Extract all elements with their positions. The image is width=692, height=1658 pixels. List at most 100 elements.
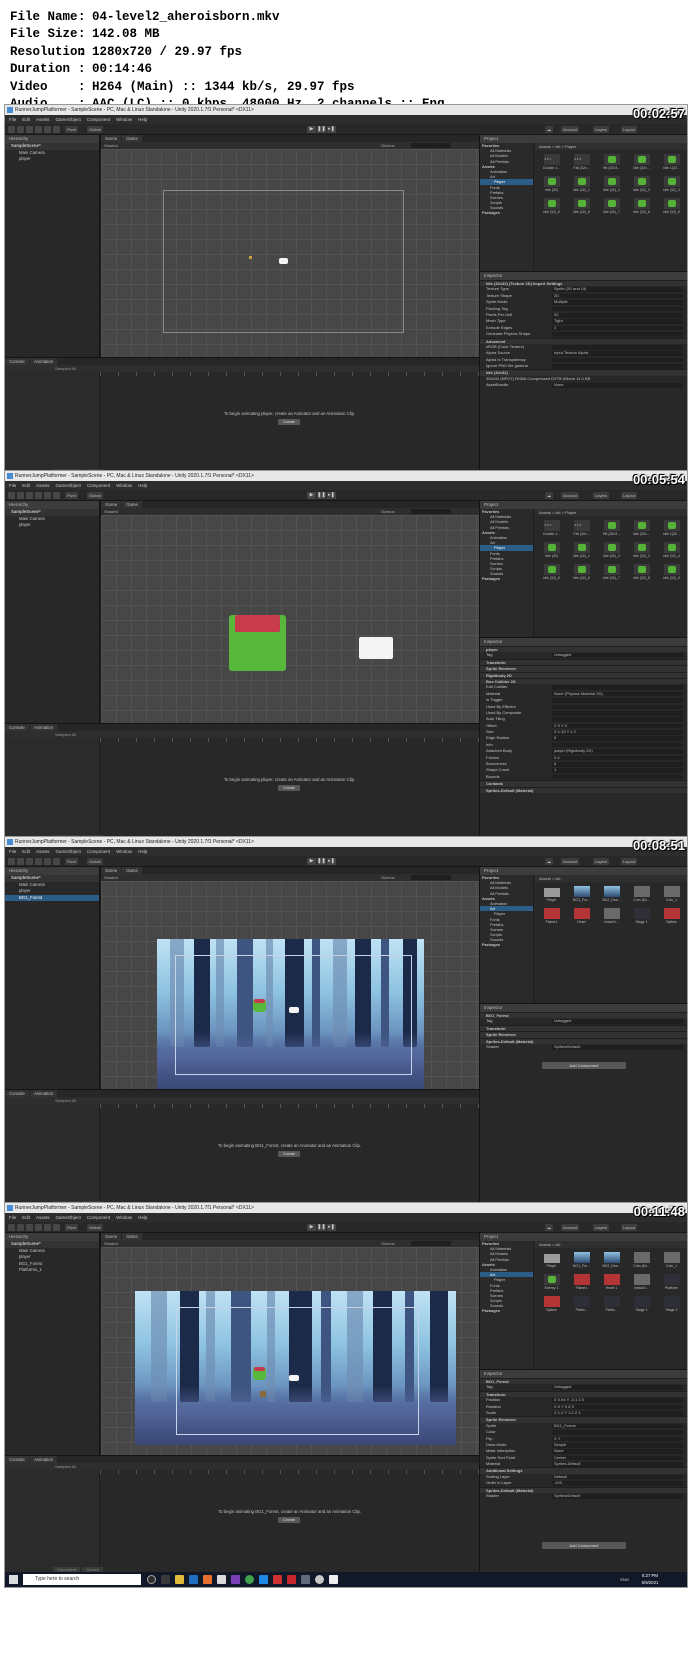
samples-field[interactable]: Samples 60 (55, 366, 76, 371)
player-sprite[interactable] (249, 256, 252, 259)
project-packages[interactable]: Packages (480, 942, 533, 947)
hierarchy-tab[interactable]: Hierarchy (5, 867, 99, 875)
taskbar-clock[interactable]: 5:27 PM 6/9/2021 (633, 1573, 667, 1586)
pivot-toggle[interactable]: Pivot (65, 126, 78, 133)
account-dropdown[interactable]: Account (561, 1224, 580, 1231)
scale-tool-icon[interactable] (35, 858, 42, 865)
asset-item[interactable]: Idle (32)_8 (628, 563, 655, 583)
project-tab[interactable]: Project (480, 867, 687, 875)
pivot-toggle[interactable]: Pivot (65, 492, 78, 499)
input-language[interactable]: ENG (620, 1577, 629, 1582)
project-packages[interactable]: Packages (480, 1308, 533, 1313)
menu-item[interactable]: File (9, 1215, 16, 1220)
create-button[interactable]: Create (278, 1151, 300, 1157)
unity-hub-icon[interactable] (217, 1575, 226, 1584)
project-tab[interactable]: Project (480, 1233, 687, 1241)
menu-item[interactable]: Window (116, 483, 132, 488)
timeline-ruler[interactable] (100, 1470, 479, 1474)
create-button[interactable]: Create (278, 1517, 300, 1523)
tab-scene[interactable]: Scene (101, 867, 122, 874)
file-explorer-icon[interactable] (175, 1575, 184, 1584)
asset-item[interactable]: Spikes (538, 1295, 565, 1315)
tab-scene[interactable]: Scene (101, 135, 122, 142)
inspector-value[interactable]: Tight (552, 319, 683, 324)
asset-item[interactable]: Idle (32) (538, 175, 565, 195)
menu-item[interactable]: Window (116, 849, 132, 854)
pivot-toggle[interactable]: Pivot (65, 1224, 78, 1231)
scene-viewport[interactable] (101, 149, 479, 357)
asset-item[interactable]: Platfo... (568, 1295, 595, 1315)
inspector-field[interactable]: Shader Sprites/Default (480, 1493, 687, 1499)
inspector-value[interactable]: 2D (552, 293, 683, 299)
scene-viewport[interactable] (101, 515, 479, 723)
menu-item[interactable]: Edit (22, 1215, 30, 1220)
create-button[interactable]: Create (278, 419, 300, 425)
media-icon[interactable] (287, 1575, 296, 1584)
menu-item[interactable]: Assets (36, 483, 50, 488)
inspector-value[interactable]: Sprites/Default (552, 1044, 683, 1050)
menu-item[interactable]: File (9, 483, 16, 488)
project-packages[interactable]: Packages (480, 210, 533, 215)
cloud-icon[interactable]: ☁ (545, 1224, 553, 1231)
tab-game[interactable]: Game (122, 501, 142, 508)
inspector-value[interactable] (552, 710, 683, 716)
menu-item[interactable]: Assets (36, 849, 50, 854)
asset-item[interactable]: Idle (32)_6 (568, 197, 595, 217)
inspector-value[interactable]: 0 (552, 736, 683, 742)
rotate-tool-icon[interactable] (26, 858, 33, 865)
inspector-value[interactable]: 1 (552, 325, 683, 331)
visual-studio-icon[interactable] (231, 1575, 240, 1584)
layout-dropdown[interactable]: Layout (621, 858, 638, 865)
step-button[interactable]: ▸❚ (327, 126, 336, 133)
asset-item[interactable]: Fall (32x... (568, 153, 595, 173)
play-button[interactable]: ▶ (307, 492, 316, 499)
hierarchy-item[interactable]: BG1_Forest (5, 894, 99, 901)
menu-item[interactable]: Assets (36, 117, 50, 122)
asset-item[interactable]: Coin_1 (658, 885, 685, 905)
pause-button[interactable]: ❚❚ (317, 492, 326, 499)
project-tab[interactable]: Project (480, 135, 687, 143)
asset-item[interactable]: Idle (32)_4 (658, 541, 685, 561)
hierarchy-item[interactable]: player (5, 156, 99, 163)
shading-dropdown[interactable]: Shaded (104, 509, 118, 514)
inspector-value[interactable]: X 0 Y 0 (552, 723, 683, 729)
tab-console[interactable]: Console (5, 724, 29, 731)
asset-item[interactable]: Enemy 1 (538, 1273, 565, 1293)
asset-item[interactable]: Idle (32x... (628, 153, 655, 173)
inspector-value[interactable] (552, 717, 683, 722)
mail-icon[interactable] (189, 1575, 198, 1584)
transform-tool-icon[interactable] (53, 858, 60, 865)
layers-dropdown[interactable]: Layers (593, 858, 610, 865)
asset-item[interactable]: Coin_1 (658, 1251, 685, 1271)
rect-tool-icon[interactable] (44, 858, 51, 865)
tab-animation[interactable]: Animation (29, 1090, 58, 1097)
timeline-ruler[interactable] (100, 738, 479, 742)
inspector-value[interactable]: Untagged (552, 653, 683, 658)
inspector-value[interactable] (552, 357, 683, 363)
inspector-value[interactable]: None (552, 383, 683, 388)
inspector-value[interactable] (552, 774, 683, 780)
task-view-icon[interactable] (161, 1575, 170, 1584)
asset-item[interactable]: BG1_For... (568, 1251, 595, 1271)
settings-icon[interactable] (301, 1575, 310, 1584)
asset-item[interactable]: Flame1 (568, 1273, 595, 1293)
cloud-icon[interactable]: ☁ (545, 858, 553, 865)
transform-tool-icon[interactable] (53, 492, 60, 499)
asset-item[interactable]: Spikes (658, 907, 685, 927)
inspector-value[interactable]: Untagged (552, 1019, 683, 1024)
menu-item[interactable]: Help (138, 483, 147, 488)
scene-search-input[interactable] (411, 509, 451, 514)
transform-tool-icon[interactable] (53, 1224, 60, 1231)
play-button[interactable]: ▶ (307, 1224, 316, 1231)
inspector-value[interactable]: None (Physics Material 2D) (552, 691, 683, 697)
rect-tool-icon[interactable] (44, 1224, 51, 1231)
scene-search-input[interactable] (411, 143, 451, 148)
asset-item[interactable]: Idle 1(32... (658, 519, 685, 539)
inspector-value[interactable] (552, 344, 683, 350)
layers-dropdown[interactable]: Layers (593, 492, 610, 499)
inspector-field[interactable]: AssetBundle None (480, 382, 687, 388)
rect-tool-icon[interactable] (44, 492, 51, 499)
inspector-value[interactable] (552, 704, 683, 710)
inspector-value[interactable]: Sprites/Default (552, 1493, 683, 1499)
inspector-value[interactable]: Untagged (552, 1385, 683, 1390)
